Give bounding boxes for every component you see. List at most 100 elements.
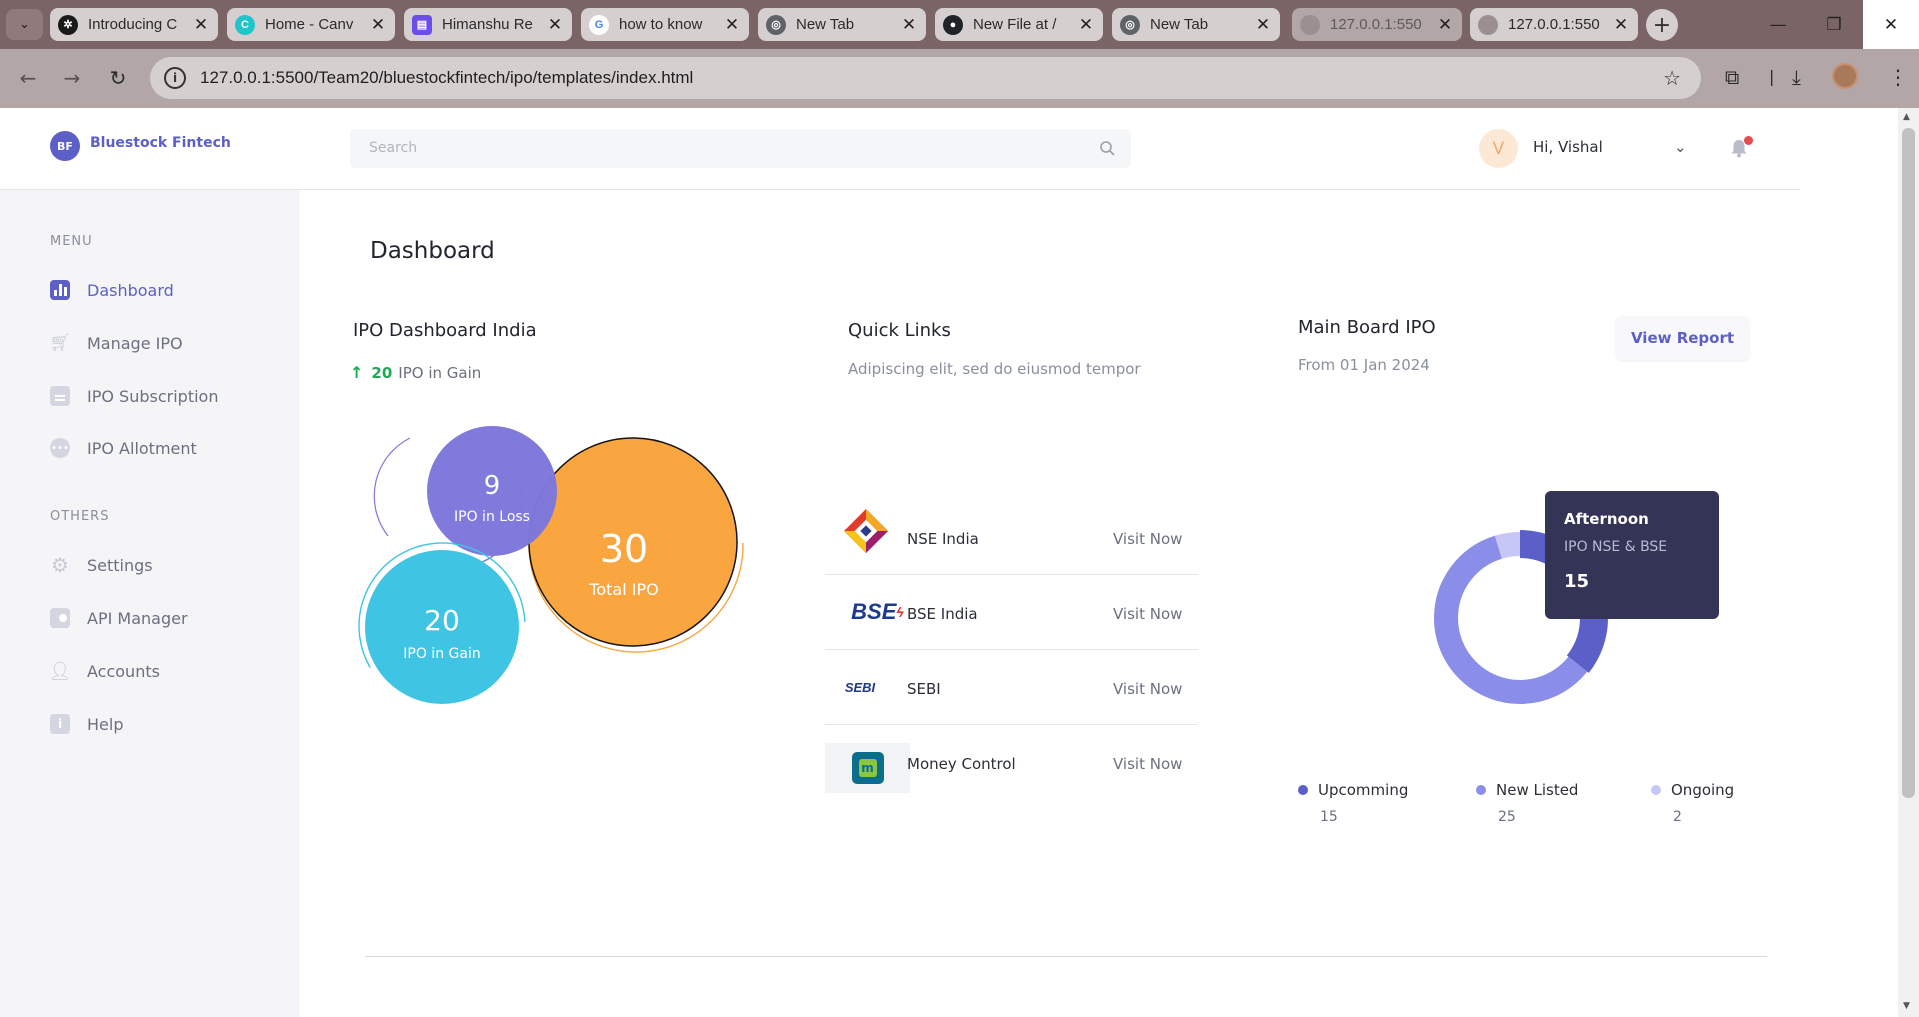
quick-links-subtitle: Adipiscing elit, sed do eiusmod tempor [848,360,1141,378]
browser-tab[interactable]: ◎ New Tab ✕ [1112,8,1280,41]
tab-title: Introducing C [88,16,178,33]
url-bar[interactable]: i 127.0.0.1:5500/Team20/bluestockfintech… [150,57,1701,99]
user-greeting[interactable]: Hi, Vishal [1533,138,1603,156]
sidebar-item-label: IPO Subscription [87,386,219,406]
browser-tab[interactable]: 127.0.0.1:550 ✕ [1470,8,1638,41]
close-icon[interactable]: ✕ [723,15,741,35]
quick-link-row[interactable]: SEBI SEBI Visit Now [825,650,1198,725]
browser-tab[interactable]: C Home - Canv ✕ [227,8,395,41]
close-icon[interactable]: ✕ [1436,15,1454,35]
restore-button[interactable]: ❐ [1806,0,1862,49]
download-icon[interactable]: ⤓ [1792,65,1801,89]
chevron-down-icon: ⌄ [19,17,30,32]
forward-button[interactable]: → [57,63,87,93]
scroll-down-icon[interactable]: ▼ [1903,1001,1910,1011]
openai-icon: ✲ [58,14,78,35]
close-icon[interactable]: ✕ [369,15,387,35]
arrow-right-icon: → [63,66,81,90]
sidebar-item-ipo-allotment[interactable]: ••• IPO Allotment [50,434,197,462]
quick-link-row[interactable]: BSE ϟ BSE India Visit Now [825,575,1198,650]
search-icon[interactable] [1099,140,1115,156]
close-window-button[interactable]: ✕ [1863,0,1919,49]
quick-link-name: Money Control [907,755,1016,773]
tooltip-subtitle: IPO NSE & BSE [1564,539,1668,555]
close-icon[interactable]: ✕ [1254,15,1272,35]
chrome-icon: ◎ [766,14,786,35]
close-icon[interactable]: ✕ [546,15,564,35]
view-report-button[interactable]: View Report [1616,316,1749,360]
reload-button[interactable]: ↻ [103,63,133,93]
top-header: Search V Hi, Vishal ⌄ [300,108,1800,190]
browser-tab[interactable]: ● New File at / ✕ [935,8,1103,41]
brand-name[interactable]: Bluestock Fintech [90,135,231,151]
cart-icon: 🛒︎ [49,333,71,353]
tab-search-button[interactable]: ⌄ [6,9,43,40]
ipo-bubble-chart: 30 Total IPO 9 IPO in Loss 20 IPO in Gai… [358,426,744,710]
tab-title: how to know [619,16,703,33]
tooltip-title: Afternoon [1564,510,1649,528]
close-icon[interactable]: ✕ [1077,15,1095,35]
tab-title: Home - Canv [265,16,354,33]
search-placeholder: Search [369,140,418,156]
profile-avatar[interactable] [1832,63,1858,89]
bubble-label: IPO in Gain [403,646,480,662]
sidebar-item-accounts[interactable]: 👤︎ Accounts [48,657,160,685]
chat-icon: ••• [50,438,70,458]
scroll-thumb[interactable] [1902,128,1915,798]
brand-logo[interactable]: BF [50,131,80,161]
sidebar-item-label: Accounts [87,661,160,681]
legend-label: Upcomming [1318,781,1409,799]
nse-logo [844,509,888,553]
extensions-icon[interactable]: ⧉ [1725,65,1739,89]
legend-value: 15 [1320,809,1338,825]
avatar[interactable]: V [1479,129,1518,168]
bubble-label: Total IPO [588,580,658,599]
visit-now-link[interactable]: Visit Now [1113,755,1182,773]
browser-tab[interactable]: ◎ New Tab ✕ [758,8,926,41]
quick-link-row[interactable]: NSE India Visit Now [825,500,1198,575]
close-icon[interactable]: ✕ [192,15,210,35]
sidebar-item-help[interactable]: i Help [50,710,123,738]
url-text[interactable]: 127.0.0.1:5500/Team20/bluestockfintech/i… [200,68,693,88]
gain-count: 20 [371,363,393,382]
minimize-button[interactable]: — [1750,0,1806,49]
legend-item-upcomming: Upcomming 15 [1298,781,1408,825]
user-icon: 👤︎ [48,660,72,682]
legend-dot [1651,785,1661,795]
quick-links-title: Quick Links [848,320,951,341]
sidebar-item-manage-ipo[interactable]: 🛒︎ Manage IPO [49,329,182,357]
new-tab-button[interactable]: + [1646,9,1678,41]
chrome-icon: ◎ [1120,14,1140,35]
sidebar-item-settings[interactable]: ⚙ Settings [50,551,153,579]
browser-tab[interactable]: ✲ Introducing C ✕ [50,8,218,41]
search-input[interactable]: Search [350,129,1131,168]
more-menu-icon[interactable]: ⋮ [1888,65,1908,89]
scroll-up-icon[interactable]: ▲ [1903,112,1910,122]
close-icon[interactable]: ✕ [900,15,918,35]
page-scrollbar[interactable]: ▲ ▼ [1898,108,1919,1017]
back-button[interactable]: ← [13,63,43,93]
plus-icon: + [1652,12,1672,38]
visit-now-link[interactable]: Visit Now [1113,680,1182,698]
tooltip-value: 15 [1564,571,1590,592]
tab-title: New File at / [973,16,1057,33]
globe-icon [1478,14,1498,35]
sidebar-item-ipo-subscription[interactable]: IPO Subscription [50,382,218,410]
chevron-down-icon[interactable]: ⌄ [1674,138,1687,156]
browser-tab[interactable]: ▤ Himanshu Re ✕ [404,8,572,41]
moneycontrol-logo: m [825,743,910,793]
quick-link-row[interactable]: m Money Control Visit Now [825,725,1198,800]
sidebar-item-dashboard[interactable]: Dashboard [50,276,174,304]
legend-item-ongoing: Ongoing 2 [1651,781,1734,825]
sidebar-item-api-manager[interactable]: API Manager [50,604,188,632]
quick-link-name: BSE India [907,605,978,623]
close-icon[interactable]: ✕ [1612,15,1630,35]
site-info-icon[interactable]: i [164,67,186,89]
sidebar-item-label: IPO Allotment [87,438,197,458]
browser-tab[interactable]: G how to know ✕ [581,8,749,41]
visit-now-link[interactable]: Visit Now [1113,530,1182,548]
bookmark-star-icon[interactable]: ☆ [1663,66,1681,90]
visit-now-link[interactable]: Visit Now [1113,605,1182,623]
bubble-label: IPO in Loss [454,509,530,525]
browser-tab-active[interactable]: 127.0.0.1:550 ✕ [1292,8,1462,41]
